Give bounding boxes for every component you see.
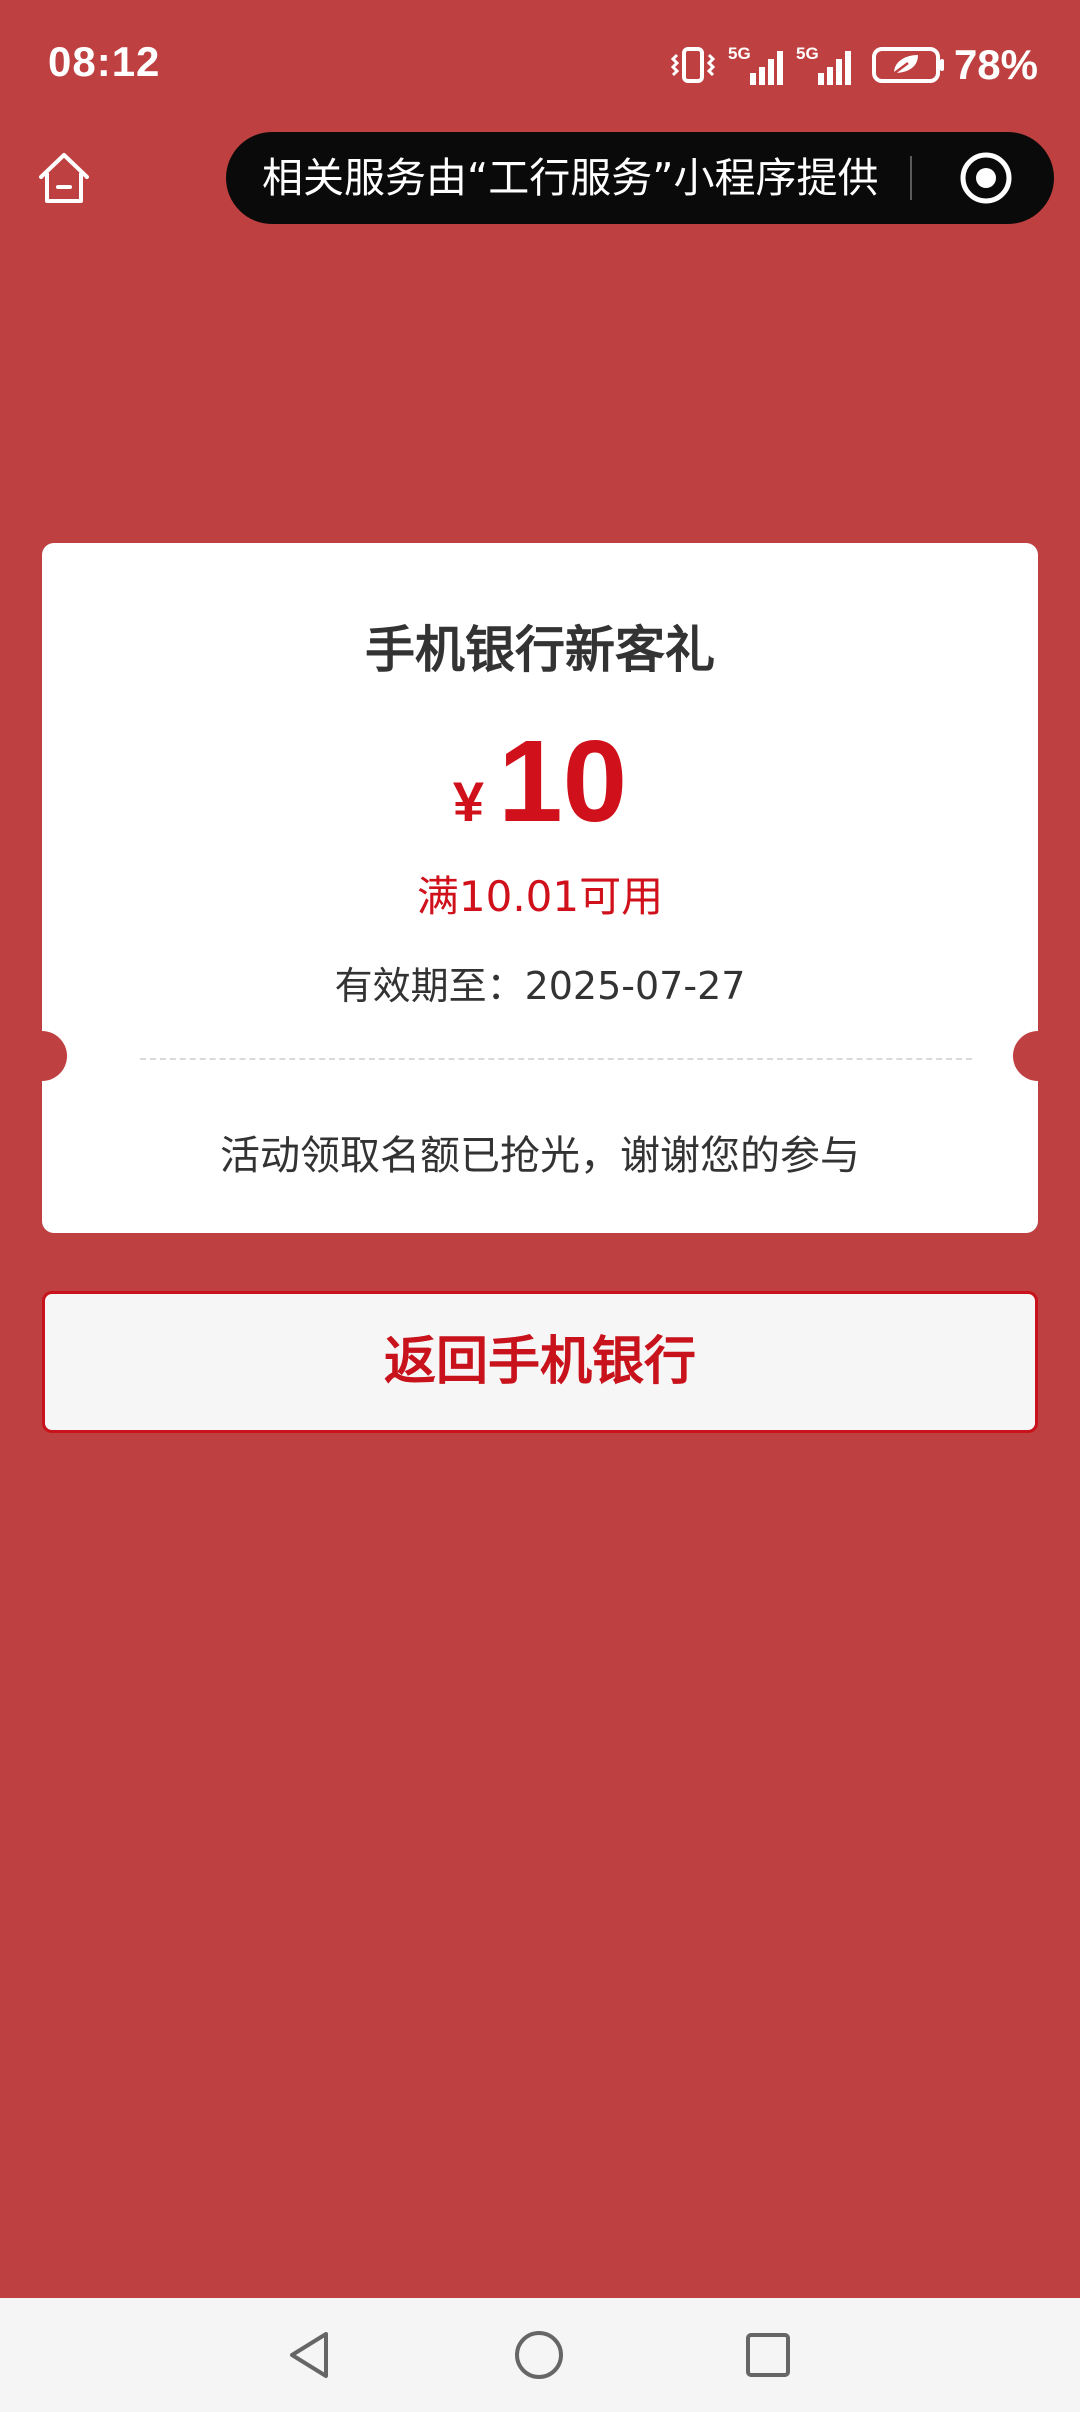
- battery-saver-icon: [871, 45, 946, 85]
- coupon-amount-row: ¥10: [42, 723, 1038, 839]
- vibrate-icon: [668, 45, 718, 85]
- system-recent-apps-button[interactable]: [735, 2322, 801, 2388]
- status-time: 08:12: [48, 38, 161, 85]
- recent-square-icon: [746, 2333, 790, 2377]
- currency-symbol: ¥: [452, 770, 485, 833]
- system-back-button[interactable]: [276, 2322, 342, 2388]
- coupon-divider: [140, 1058, 972, 1060]
- home-button[interactable]: [34, 148, 94, 208]
- service-provider-label: 相关服务由“工行服务”小程序提供: [262, 154, 879, 202]
- signal-5g-icon: 5G: [796, 43, 858, 87]
- coupon-title: 手机银行新客礼: [365, 621, 715, 679]
- coupon-notch-left: [17, 1031, 67, 1081]
- coupon-notch-right: [1013, 1031, 1063, 1081]
- return-to-mobile-banking-button[interactable]: 返回手机银行: [42, 1291, 1038, 1433]
- system-home-button[interactable]: [506, 2322, 572, 2388]
- back-triangle-icon: [290, 2332, 328, 2378]
- coupon-amount: 10: [498, 716, 628, 846]
- capsule-divider: [910, 156, 912, 200]
- coupon-validity: 有效期至：2025-07-27: [334, 964, 746, 1008]
- battery-percentage: 78%: [953, 41, 1038, 88]
- mini-program-capsule: 相关服务由“工行服务”小程序提供: [226, 132, 1054, 224]
- close-mini-program-button[interactable]: [958, 150, 1014, 206]
- svg-text:5G: 5G: [728, 44, 751, 63]
- target-close-icon: [960, 152, 1012, 204]
- home-icon: [39, 153, 89, 203]
- status-bar: 08:12 5G 5G 78%: [0, 0, 1080, 130]
- coupon-status-message: 活动领取名额已抢光，谢谢您的参与: [220, 1133, 860, 1179]
- system-navigation-bar: [0, 2298, 1080, 2412]
- coupon-threshold: 满10.01可用: [416, 872, 664, 921]
- signal-5g-icon: 5G: [728, 43, 790, 87]
- home-circle-icon: [515, 2331, 563, 2379]
- svg-text:5G: 5G: [796, 44, 819, 63]
- coupon-card: 手机银行新客礼 ¥10 满10.01可用 有效期至：2025-07-27 活动领…: [42, 543, 1038, 1233]
- status-icons: 5G 5G 78%: [668, 41, 1038, 88]
